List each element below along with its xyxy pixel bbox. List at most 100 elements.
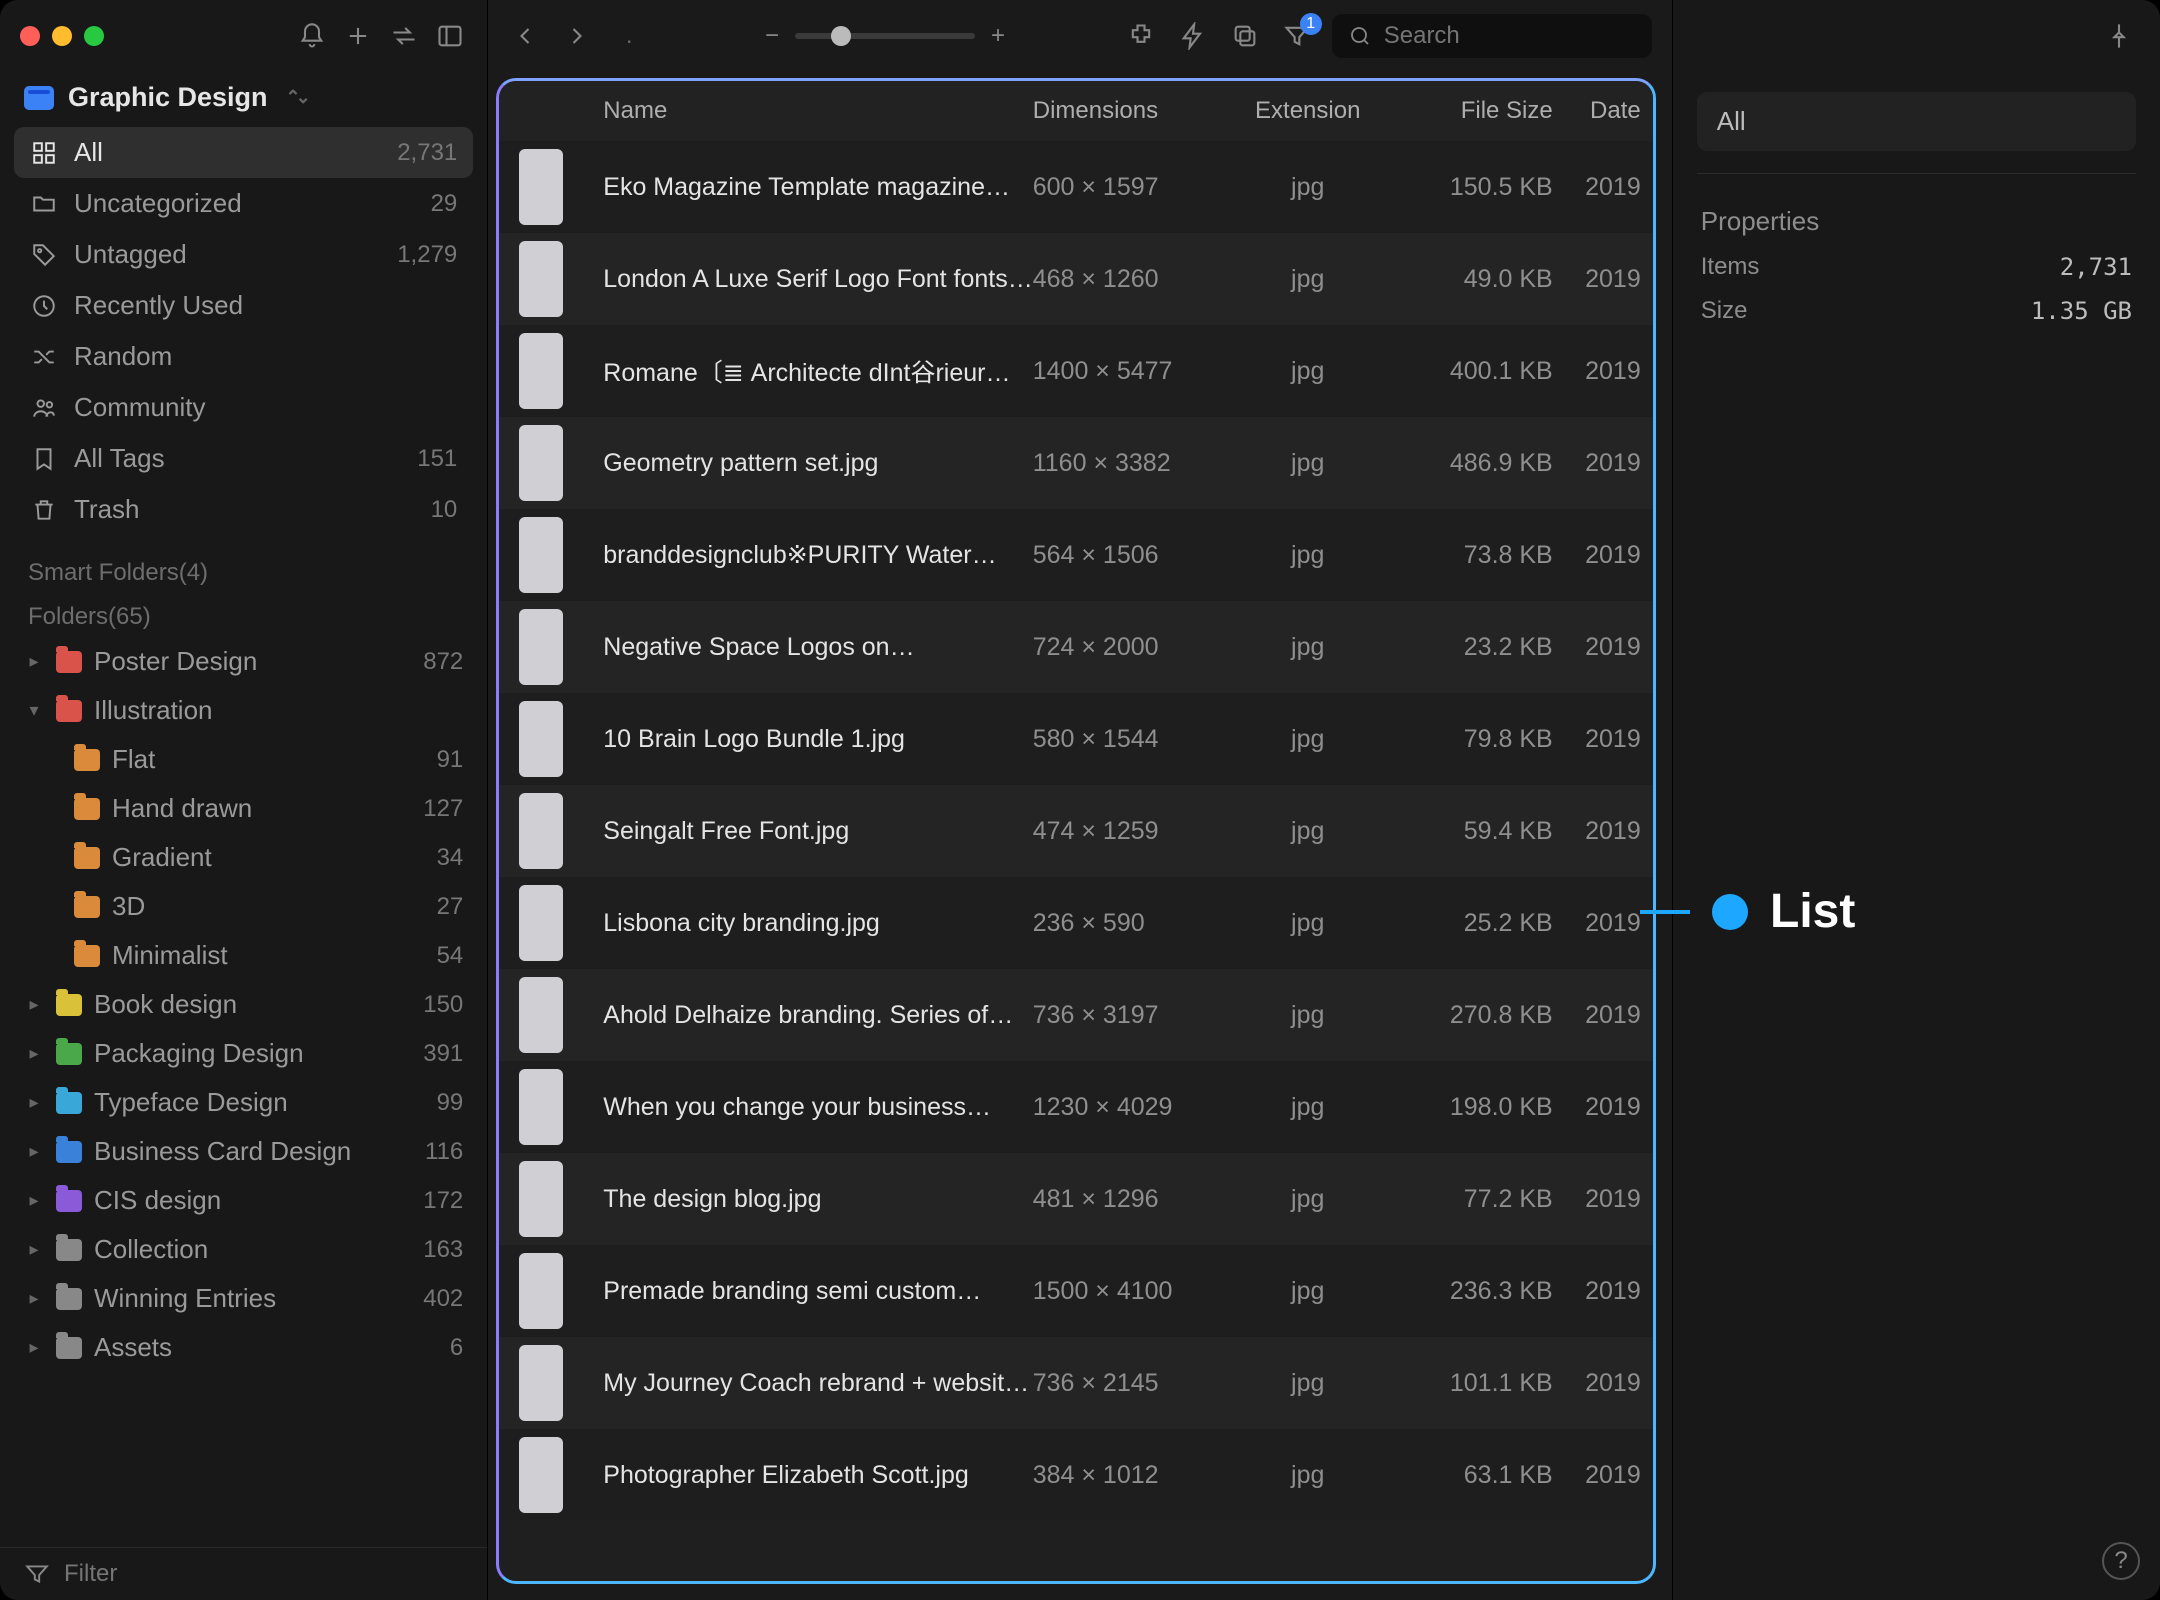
search-box[interactable] bbox=[1332, 14, 1652, 58]
cell-name: Seingalt Free Font.jpg bbox=[603, 817, 1032, 846]
inspector: All Properties Items 2,731 Size 1.35 GB bbox=[1672, 0, 2160, 1600]
folder-item[interactable]: Hand drawn 127 bbox=[14, 784, 473, 833]
table-row[interactable]: My Journey Coach rebrand + websit… 736 ×… bbox=[499, 1337, 1652, 1429]
chevron-icon[interactable]: ▸ bbox=[24, 1337, 44, 1358]
chevron-icon[interactable]: ▸ bbox=[24, 1288, 44, 1309]
table-row[interactable]: branddesignclub※PURITY Water… 564 × 1506… bbox=[499, 509, 1652, 601]
table-row[interactable]: Geometry pattern set.jpg 1160 × 3382 jpg… bbox=[499, 417, 1652, 509]
col-date[interactable]: Date bbox=[1553, 97, 1643, 125]
cell-size: 49.0 KB bbox=[1383, 265, 1553, 294]
chevron-icon[interactable]: ▸ bbox=[24, 994, 44, 1015]
table-row[interactable]: Eko Magazine Template magazine… 600 × 15… bbox=[499, 141, 1652, 233]
close-window-button[interactable] bbox=[20, 26, 40, 46]
folder-item[interactable]: ▸ Packaging Design 391 bbox=[14, 1029, 473, 1078]
table-row[interactable]: Lisbona city branding.jpg 236 × 590 jpg … bbox=[499, 877, 1652, 969]
chevron-icon[interactable]: ▸ bbox=[24, 1043, 44, 1064]
table-row[interactable]: Negative Space Logos on… 724 × 2000 jpg … bbox=[499, 601, 1652, 693]
folder-item[interactable]: ▸ Collection 163 bbox=[14, 1225, 473, 1274]
folder-item[interactable]: ▸ Business Card Design 116 bbox=[14, 1127, 473, 1176]
titlebar-right bbox=[1673, 0, 2160, 72]
library-selector[interactable]: Graphic Design ⌃⌄ bbox=[0, 72, 487, 127]
help-button[interactable]: ? bbox=[2102, 1542, 2140, 1580]
table-row[interactable]: Ahold Delhaize branding. Series of… 736 … bbox=[499, 969, 1652, 1061]
bell-icon[interactable] bbox=[295, 19, 329, 53]
chevron-icon[interactable]: ▸ bbox=[24, 651, 44, 672]
nav-item-uncategorized[interactable]: Uncategorized 29 bbox=[14, 178, 473, 229]
bolt-icon[interactable] bbox=[1176, 19, 1210, 53]
table-row[interactable]: Premade branding semi custom… 1500 × 410… bbox=[499, 1245, 1652, 1337]
table-row[interactable]: London A Luxe Serif Logo Font fonts… 468… bbox=[499, 233, 1652, 325]
table-row[interactable]: Romane〔≣ Architecte dInt谷rieur… 1400 × 5… bbox=[499, 325, 1652, 417]
table-row[interactable]: The design blog.jpg 481 × 1296 jpg 77.2 … bbox=[499, 1153, 1652, 1245]
thumbnail bbox=[519, 885, 563, 961]
funnel-icon[interactable]: 1 bbox=[1280, 19, 1314, 53]
zoom-window-button[interactable] bbox=[84, 26, 104, 46]
folder-item[interactable]: ▾ Illustration bbox=[14, 686, 473, 735]
zoom-in-button[interactable]: + bbox=[991, 22, 1005, 50]
folder-label: Illustration bbox=[94, 695, 213, 726]
zoom-out-button[interactable]: − bbox=[765, 22, 779, 50]
folder-item[interactable]: ▸ Winning Entries 402 bbox=[14, 1274, 473, 1323]
folder-item[interactable]: ▸ Poster Design 872 bbox=[14, 637, 473, 686]
chevron-icon[interactable]: ▾ bbox=[24, 700, 44, 721]
zoom-slider[interactable] bbox=[795, 33, 975, 39]
back-button[interactable] bbox=[508, 19, 542, 53]
pin-icon[interactable] bbox=[2102, 19, 2136, 53]
nav-item-count: 151 bbox=[417, 445, 457, 473]
nav-item-trash[interactable]: Trash 10 bbox=[14, 484, 473, 535]
filter-input[interactable] bbox=[64, 1560, 463, 1588]
folder-label: Winning Entries bbox=[94, 1283, 276, 1314]
chevron-icon[interactable]: ▸ bbox=[24, 1141, 44, 1162]
smart-folders-label[interactable]: Smart Folders(4) bbox=[0, 535, 487, 593]
folder-icon bbox=[74, 798, 100, 820]
nav-item-community[interactable]: Community bbox=[14, 382, 473, 433]
nav-item-random[interactable]: Random bbox=[14, 331, 473, 382]
table-row[interactable]: Photographer Elizabeth Scott.jpg 384 × 1… bbox=[499, 1429, 1652, 1521]
thumbnail bbox=[519, 701, 563, 777]
inspector-tab[interactable]: All bbox=[1697, 92, 2136, 151]
folder-item[interactable]: ▸ CIS design 172 bbox=[14, 1176, 473, 1225]
col-file-size[interactable]: File Size bbox=[1383, 97, 1553, 125]
folder-item[interactable]: 3D 27 bbox=[14, 882, 473, 931]
chevron-icon[interactable]: ▸ bbox=[24, 1190, 44, 1211]
nav-item-all-tags[interactable]: All Tags 151 bbox=[14, 433, 473, 484]
chevron-icon[interactable]: ▸ bbox=[24, 1092, 44, 1113]
folder-item[interactable]: Gradient 34 bbox=[14, 833, 473, 882]
copy-icon[interactable] bbox=[1228, 19, 1262, 53]
minimize-window-button[interactable] bbox=[52, 26, 72, 46]
folder-item[interactable]: ▸ Book design 150 bbox=[14, 980, 473, 1029]
extension-icon[interactable] bbox=[1124, 19, 1158, 53]
folder-label: Typeface Design bbox=[94, 1087, 288, 1118]
sidebar-toggle-icon[interactable] bbox=[433, 19, 467, 53]
filter-bar bbox=[0, 1547, 487, 1600]
folder-item[interactable]: ▸ Typeface Design 99 bbox=[14, 1078, 473, 1127]
nav-item-label: All bbox=[74, 137, 103, 168]
folders-label[interactable]: Folders(65) bbox=[0, 593, 487, 637]
forward-button[interactable] bbox=[560, 19, 594, 53]
col-name[interactable]: Name bbox=[603, 97, 1032, 125]
nav-item-label: Trash bbox=[74, 494, 140, 525]
folder-item[interactable]: Flat 91 bbox=[14, 735, 473, 784]
nav-item-all[interactable]: All 2,731 bbox=[14, 127, 473, 178]
folder-item[interactable]: ▸ Assets 6 bbox=[14, 1323, 473, 1372]
bookmark-icon bbox=[30, 445, 58, 473]
table-row[interactable]: 10 Brain Logo Bundle 1.jpg 580 × 1544 jp… bbox=[499, 693, 1652, 785]
plus-icon[interactable] bbox=[341, 19, 375, 53]
col-dimensions[interactable]: Dimensions bbox=[1033, 97, 1233, 125]
cell-name: Geometry pattern set.jpg bbox=[603, 449, 1032, 478]
transfer-icon[interactable] bbox=[387, 19, 421, 53]
nav-item-untagged[interactable]: Untagged 1,279 bbox=[14, 229, 473, 280]
nav-item-recently-used[interactable]: Recently Used bbox=[14, 280, 473, 331]
table-row[interactable]: When you change your business… 1230 × 40… bbox=[499, 1061, 1652, 1153]
grid-icon bbox=[30, 139, 58, 167]
search-input[interactable] bbox=[1384, 22, 1636, 50]
folder-count: 99 bbox=[437, 1089, 464, 1117]
table-row[interactable]: Seingalt Free Font.jpg 474 × 1259 jpg 59… bbox=[499, 785, 1652, 877]
folder-icon bbox=[56, 1239, 82, 1261]
folder-label: Poster Design bbox=[94, 646, 257, 677]
cell-date: 2019 bbox=[1553, 817, 1643, 846]
chevron-icon[interactable]: ▸ bbox=[24, 1239, 44, 1260]
col-extension[interactable]: Extension bbox=[1233, 97, 1383, 125]
thumbnail bbox=[519, 1345, 563, 1421]
folder-item[interactable]: Minimalist 54 bbox=[14, 931, 473, 980]
